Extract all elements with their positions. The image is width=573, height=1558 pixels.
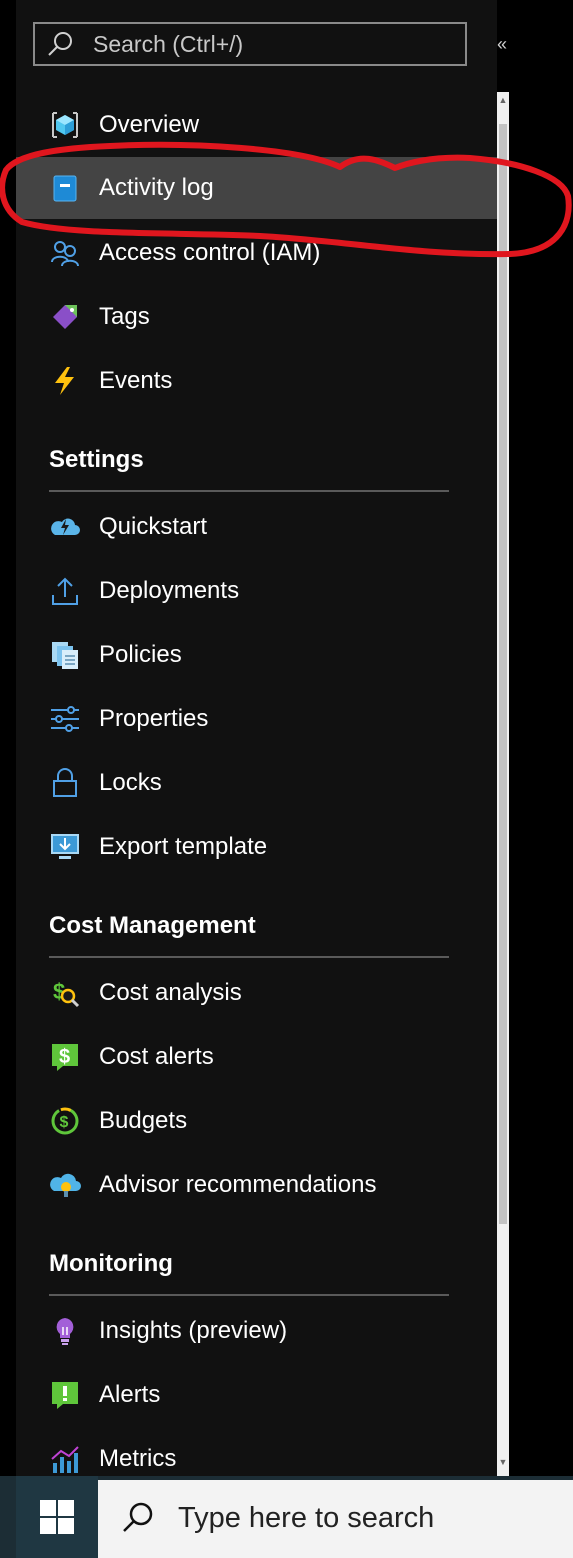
- nav-item-insights[interactable]: Insights (preview): [16, 1300, 497, 1362]
- nav-label: Insights (preview): [99, 1317, 288, 1344]
- section-header-cost-management: Cost Management: [49, 912, 256, 939]
- nav-item-export-template[interactable]: Export template: [16, 816, 497, 878]
- nav-item-locks[interactable]: Locks: [16, 752, 497, 814]
- nav-item-advisor-recommendations[interactable]: Advisor recommendations: [16, 1154, 497, 1216]
- nav-item-policies[interactable]: Policies: [16, 624, 497, 686]
- nav-item-deployments[interactable]: Deployments: [16, 560, 497, 622]
- nav-label: Events: [99, 367, 173, 394]
- svg-text:$: $: [59, 1046, 70, 1068]
- nav-item-properties[interactable]: Properties: [16, 688, 497, 750]
- advisor-cloud-icon: [50, 1173, 81, 1197]
- lightbulb-icon: [56, 1318, 74, 1345]
- nav-label: Properties: [99, 705, 209, 732]
- sliders-icon: [51, 706, 79, 732]
- nav-item-activity-log[interactable]: Activity log: [16, 157, 497, 219]
- lightning-icon: [55, 367, 74, 395]
- left-edge: [0, 0, 16, 1476]
- nav-label: Overview: [99, 111, 200, 138]
- export-monitor-icon: [51, 834, 79, 859]
- menu-search-box[interactable]: [33, 22, 467, 66]
- nav-item-cost-alerts[interactable]: $ Cost alerts: [16, 1026, 497, 1088]
- section-divider: [49, 956, 449, 958]
- taskbar-search-box[interactable]: Type here to search: [98, 1480, 573, 1558]
- cube-icon: [52, 112, 78, 138]
- alert-icon: [52, 1382, 78, 1409]
- start-button[interactable]: [16, 1476, 98, 1558]
- nav-label: Cost alerts: [99, 1043, 214, 1070]
- cost-analysis-icon: $: [53, 979, 80, 1008]
- nav-label: Access control (IAM): [99, 239, 321, 266]
- nav-item-tags[interactable]: Tags: [16, 286, 497, 348]
- section-divider: [49, 490, 449, 492]
- people-icon: [51, 241, 79, 267]
- nav-label: Budgets: [99, 1107, 188, 1134]
- cost-alert-icon: $: [52, 1044, 78, 1071]
- budget-icon: $: [51, 1107, 79, 1135]
- documents-icon: [52, 642, 78, 669]
- menu-scrollbar[interactable]: ▲ ▼: [497, 92, 509, 1476]
- scroll-thumb[interactable]: [499, 124, 507, 1224]
- nav-item-access-control[interactable]: Access control (IAM): [16, 222, 497, 284]
- nav-label: Policies: [99, 641, 182, 668]
- collapse-menu-button[interactable]: «: [497, 30, 513, 58]
- nav-label: Cost analysis: [99, 979, 242, 1006]
- section-header-monitoring: Monitoring: [49, 1250, 173, 1277]
- taskbar-search-placeholder: Type here to search: [178, 1502, 435, 1534]
- scroll-up-icon[interactable]: ▲: [497, 92, 509, 108]
- windows-logo-icon: [40, 1500, 74, 1534]
- nav-label: Quickstart: [99, 513, 208, 540]
- nav-item-budgets[interactable]: $ Budgets: [16, 1090, 497, 1152]
- section-divider: [49, 1294, 449, 1296]
- svg-text:$: $: [60, 1114, 69, 1131]
- nav-item-quickstart[interactable]: Quickstart: [16, 496, 497, 558]
- cloud-lightning-icon: [51, 518, 80, 535]
- nav-label: Metrics: [99, 1445, 177, 1472]
- nav-item-cost-analysis[interactable]: $ Cost analysis: [16, 962, 497, 1024]
- nav-item-overview[interactable]: Overview: [16, 94, 497, 156]
- search-icon: [123, 1502, 153, 1532]
- nav-label: Activity log: [99, 174, 214, 201]
- nav-label: Locks: [99, 769, 162, 796]
- nav-label: Export template: [99, 833, 268, 860]
- tag-icon: [53, 305, 77, 329]
- search-icon: [48, 32, 72, 56]
- nav-item-events[interactable]: Events: [16, 350, 497, 412]
- search-input[interactable]: [93, 30, 433, 58]
- activity-log-icon: [53, 175, 77, 202]
- nav-label: Alerts: [99, 1381, 161, 1408]
- upload-icon: [52, 577, 78, 605]
- section-header-settings: Settings: [49, 446, 144, 473]
- lock-icon: [53, 768, 77, 797]
- metrics-chart-icon: [51, 1446, 79, 1473]
- nav-item-alerts[interactable]: Alerts: [16, 1364, 497, 1426]
- nav-label: Deployments: [99, 577, 240, 604]
- nav-label: Tags: [99, 303, 150, 330]
- scroll-down-icon[interactable]: ▼: [497, 1454, 509, 1470]
- nav-label: Advisor recommendations: [99, 1171, 377, 1198]
